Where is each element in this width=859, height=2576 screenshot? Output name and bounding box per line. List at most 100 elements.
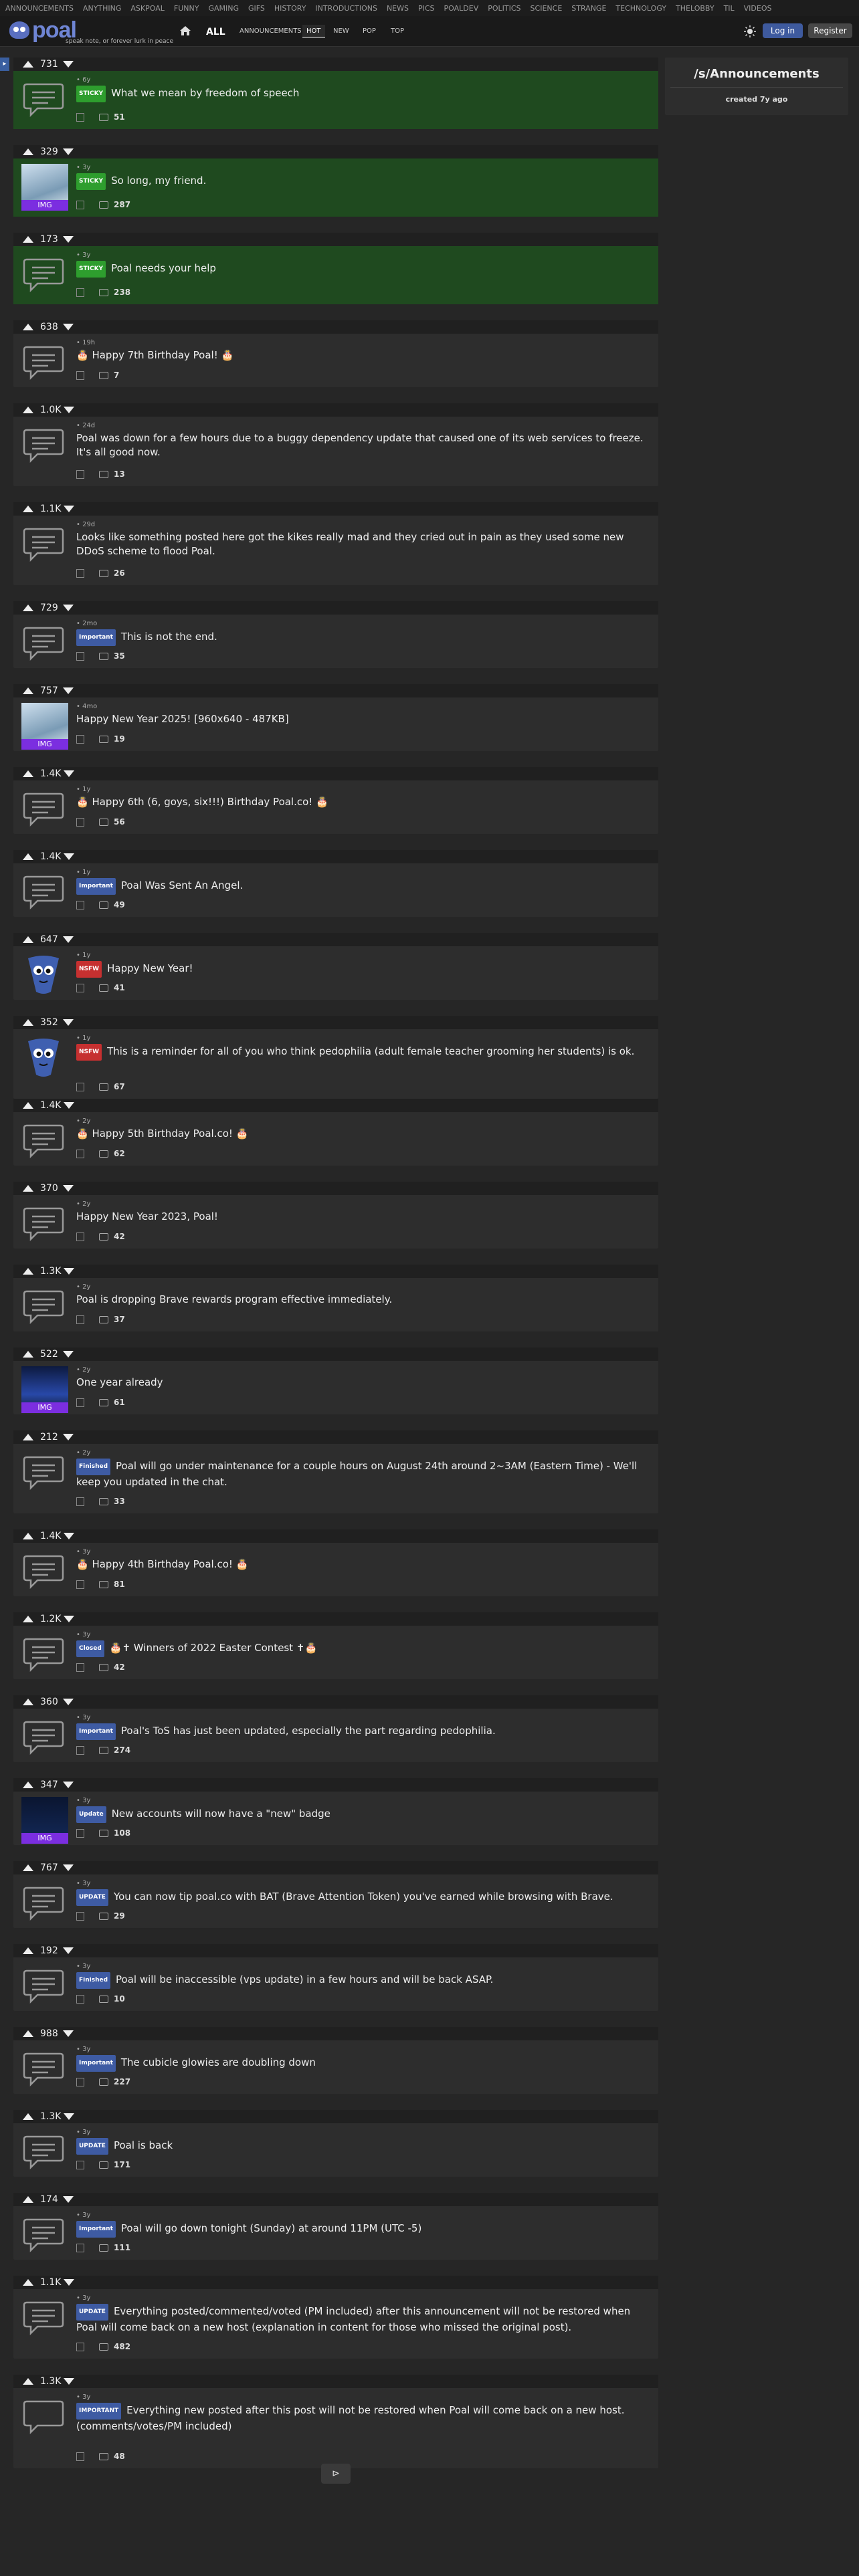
arrow-down-icon[interactable] xyxy=(63,687,74,694)
topnav-link[interactable]: ASKPOAL xyxy=(130,4,164,13)
comment-count[interactable]: 13 xyxy=(114,469,125,479)
comment-icon[interactable] xyxy=(99,1497,108,1505)
topnav-link[interactable]: GAMING xyxy=(208,4,239,13)
arrow-up-icon[interactable] xyxy=(23,236,33,243)
topnav-link[interactable]: INTRODUCTIONS xyxy=(315,4,377,13)
topnav-link[interactable]: TECHNOLOGY xyxy=(615,4,666,13)
arrow-up-icon[interactable] xyxy=(23,61,33,68)
post-title-text[interactable]: New accounts will now have a "new" badge xyxy=(112,1808,330,1820)
comment-count[interactable]: 42 xyxy=(114,1232,125,1241)
post-title[interactable]: Important Poal will go down tonight (Sund… xyxy=(76,2221,645,2238)
post-title-text[interactable]: Poal was down for a few hours due to a b… xyxy=(76,432,644,458)
speech-bubble-icon[interactable] xyxy=(21,522,66,565)
post-title-text[interactable]: Everything new posted after this post wi… xyxy=(76,2404,624,2432)
comment-icon[interactable] xyxy=(99,569,108,577)
post-item[interactable]: 174 • 3y Important Poal will go down tonigh… xyxy=(13,2193,658,2260)
arrow-down-icon[interactable] xyxy=(64,853,75,860)
post-image-thumbnail[interactable]: IMG xyxy=(21,1366,68,1413)
topnav-link[interactable]: STRANGE xyxy=(571,4,606,13)
post-title-text[interactable]: Poal needs your help xyxy=(111,262,216,274)
arrow-up-icon[interactable] xyxy=(23,2196,33,2203)
arrow-up-icon[interactable] xyxy=(23,324,33,330)
comment-count[interactable]: 274 xyxy=(114,1745,130,1755)
post-title-text[interactable]: One year already xyxy=(76,1376,163,1388)
comment-count[interactable]: 171 xyxy=(114,2160,130,2169)
speech-bubble-icon[interactable] xyxy=(21,2213,66,2256)
next-page-button[interactable]: ⊳ xyxy=(321,2464,351,2484)
document-icon[interactable] xyxy=(76,1315,84,1324)
arrow-down-icon[interactable] xyxy=(64,770,75,777)
comment-count[interactable]: 287 xyxy=(114,200,130,209)
comment-icon[interactable] xyxy=(99,1912,108,1920)
post-title[interactable]: NSFW Happy New Year! xyxy=(76,961,645,978)
speech-bubble-icon[interactable] xyxy=(21,2130,66,2173)
comment-icon[interactable] xyxy=(99,1398,108,1406)
document-icon[interactable] xyxy=(76,900,84,909)
post-image-thumbnail[interactable]: IMG xyxy=(21,1797,68,1844)
home-icon[interactable] xyxy=(179,25,191,36)
document-icon[interactable] xyxy=(76,651,84,661)
post-item[interactable]: 360 • 3y Important Poal's ToS has just been… xyxy=(13,1695,658,1762)
post-title-text[interactable]: Happy New Year! xyxy=(107,962,193,974)
login-button[interactable]: Log in xyxy=(763,23,803,38)
topnav-link[interactable]: HISTORY xyxy=(274,4,306,13)
post-item[interactable]: 1.1K • 3y UPDATE Everything posted/commente… xyxy=(13,2276,658,2359)
arrow-down-icon[interactable] xyxy=(64,1616,75,1622)
post-title[interactable]: 🎂 Happy 4th Birthday Poal.co! 🎂 xyxy=(76,1558,645,1572)
document-icon[interactable] xyxy=(76,2160,84,2169)
comment-count[interactable]: 81 xyxy=(114,1580,125,1589)
arrow-up-icon[interactable] xyxy=(23,148,33,155)
document-icon[interactable] xyxy=(76,2243,84,2252)
arrow-up-icon[interactable] xyxy=(23,2113,33,2120)
document-icon[interactable] xyxy=(76,2452,84,2461)
comment-count[interactable]: 61 xyxy=(114,1398,125,1407)
speech-bubble-icon[interactable] xyxy=(21,1881,66,1924)
arrow-up-icon[interactable] xyxy=(23,605,33,611)
comment-count[interactable]: 37 xyxy=(114,1315,125,1324)
speech-bubble-icon[interactable] xyxy=(21,1119,66,1162)
arrow-up-icon[interactable] xyxy=(23,687,33,694)
comment-icon[interactable] xyxy=(99,1746,108,1754)
comment-count[interactable]: 62 xyxy=(114,1149,125,1158)
document-icon[interactable] xyxy=(76,1911,84,1921)
post-title[interactable]: Update New accounts will now have a "new"… xyxy=(76,1806,645,1823)
comment-count[interactable]: 41 xyxy=(114,983,125,992)
arrow-up-icon[interactable] xyxy=(23,2378,33,2385)
arrow-up-icon[interactable] xyxy=(23,1102,33,1109)
topnav-link[interactable]: ANYTHING xyxy=(83,4,121,13)
arrow-down-icon[interactable] xyxy=(63,236,74,243)
post-item[interactable]: 1.4K • 2y 🎂 Happy 5th Birthday Poal.co! 🎂 6… xyxy=(13,1099,658,1166)
poal-logo[interactable]: poal speak note, or forever lurk in peac… xyxy=(9,17,177,45)
document-icon[interactable] xyxy=(76,1149,84,1158)
post-title[interactable]: Important Poal Was Sent An Angel. xyxy=(76,878,645,895)
comment-icon[interactable] xyxy=(99,470,108,478)
arrow-down-icon[interactable] xyxy=(63,1947,74,1954)
speech-bubble-icon[interactable] xyxy=(21,2296,66,2339)
tab-new[interactable]: NEW xyxy=(329,25,353,38)
post-item[interactable]: 729 • 2mo Important This is not the end. 35 xyxy=(13,601,658,668)
post-title[interactable]: STICKY What we mean by freedom of speech xyxy=(76,86,645,102)
comment-count[interactable]: 482 xyxy=(114,2342,130,2351)
post-title-text[interactable]: Poal Was Sent An Angel. xyxy=(121,879,243,891)
arrow-up-icon[interactable] xyxy=(23,770,33,777)
comment-icon[interactable] xyxy=(99,1829,108,1837)
post-item[interactable]: 1.1K • 29d Looks like something posted her… xyxy=(13,502,658,585)
post-title[interactable]: Important The cubicle glowies are doublin… xyxy=(76,2055,645,2072)
post-title[interactable]: STICKY So long, my friend. xyxy=(76,173,645,190)
post-title-text[interactable]: Poal will be inaccessible (vps update) i… xyxy=(116,1973,493,1985)
post-title-text[interactable]: Looks like something posted here got the… xyxy=(76,531,624,557)
topnav-link[interactable]: PICS xyxy=(418,4,435,13)
comment-icon[interactable] xyxy=(99,1150,108,1158)
post-item[interactable]: 731 • 6y STICKY What we mean by freedom of … xyxy=(13,58,658,129)
post-item[interactable]: 212 • 2y Finished Poal will go under mainte… xyxy=(13,1430,658,1513)
topnav-link[interactable]: THELOBBY xyxy=(676,4,714,13)
speech-bubble-icon[interactable] xyxy=(21,1451,66,1493)
post-item[interactable]: 988 • 3y Important The cubicle glowies are … xyxy=(13,2027,658,2094)
comment-count[interactable]: 29 xyxy=(114,1911,125,1921)
document-icon[interactable] xyxy=(76,983,84,992)
comment-icon[interactable] xyxy=(99,2452,108,2460)
speech-bubble-icon[interactable] xyxy=(21,423,66,466)
document-icon[interactable] xyxy=(76,1232,84,1241)
document-icon[interactable] xyxy=(76,1662,84,1672)
post-title-text[interactable]: Happy New Year 2023, Poal! xyxy=(76,1210,218,1222)
